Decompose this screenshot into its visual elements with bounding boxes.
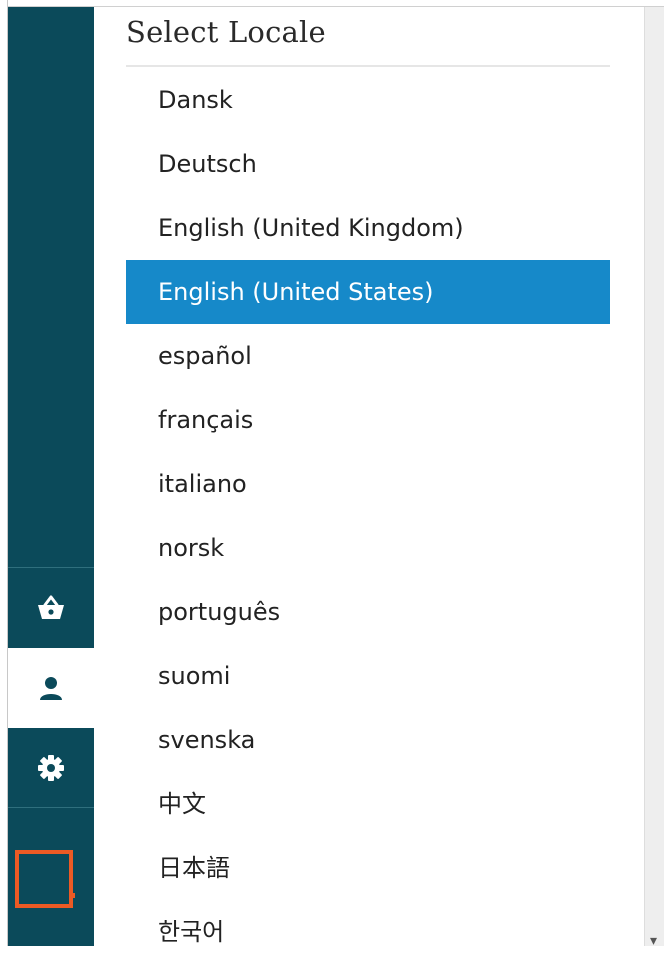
locale-panel: Select Locale Dansk Deutsch English (Uni…: [94, 7, 644, 946]
locale-option[interactable]: português: [126, 580, 610, 644]
locale-option[interactable]: Deutsch: [126, 132, 610, 196]
locale-option[interactable]: español: [126, 324, 610, 388]
gear-icon: [38, 754, 64, 781]
window-top-edge: [0, 0, 664, 7]
locale-option[interactable]: suomi: [126, 644, 610, 708]
vertical-scrollbar[interactable]: ▾: [644, 7, 664, 948]
locale-option[interactable]: svenska: [126, 708, 610, 772]
sidebar-item-settings[interactable]: [8, 728, 94, 808]
user-icon: [40, 677, 62, 700]
locale-option[interactable]: norsk: [126, 516, 610, 580]
brand-logo-dot: [71, 893, 75, 898]
locale-option[interactable]: English (United Kingdom): [126, 196, 610, 260]
locale-option[interactable]: 日本語: [126, 836, 610, 900]
locale-option[interactable]: italiano: [126, 452, 610, 516]
title-divider: [126, 65, 610, 67]
locale-list: Dansk Deutsch English (United Kingdom) E…: [126, 68, 610, 964]
locale-option-selected[interactable]: English (United States): [126, 260, 610, 324]
locale-option[interactable]: 한국어: [126, 900, 610, 964]
sidebar-item-account[interactable]: [8, 648, 94, 728]
window-left-edge: [0, 0, 8, 946]
locale-option[interactable]: français: [126, 388, 610, 452]
page-title: Select Locale: [126, 15, 326, 49]
locale-option[interactable]: Dansk: [126, 68, 610, 132]
sidebar-item-basket[interactable]: [8, 567, 94, 647]
brand-logo[interactable]: [15, 850, 75, 908]
sidebar: [8, 7, 94, 946]
basket-icon: [38, 595, 64, 619]
locale-option[interactable]: 中文: [126, 772, 610, 836]
